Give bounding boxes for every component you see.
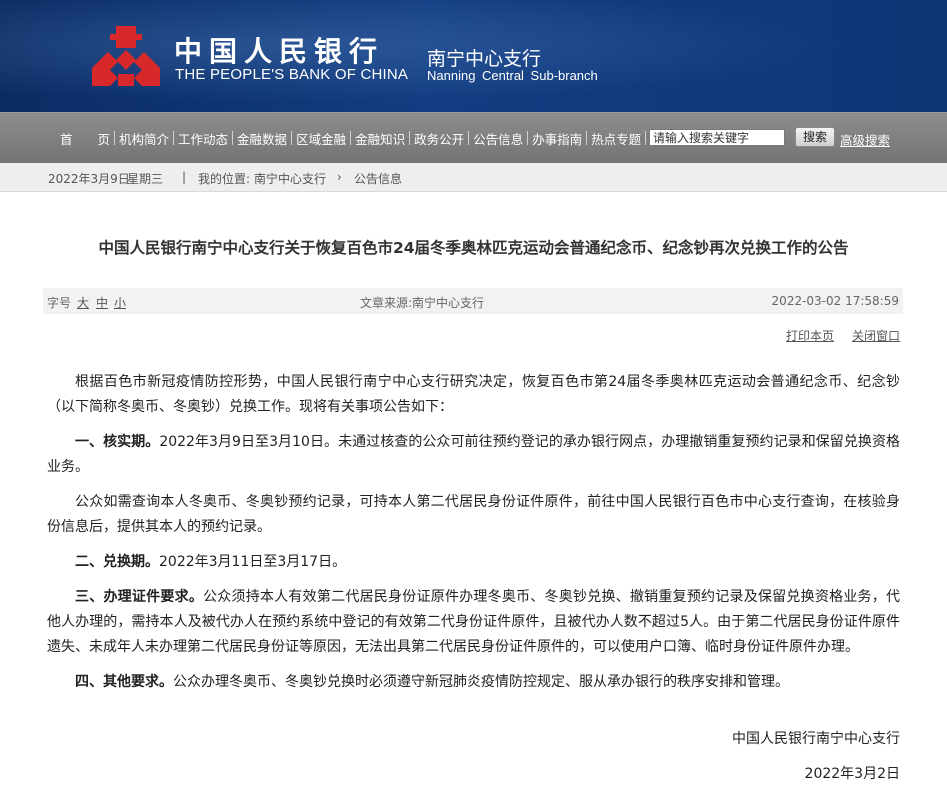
nav-divider [586,131,588,145]
font-size-large-link[interactable]: 大 [77,294,89,311]
search-input[interactable] [649,129,785,146]
nav-item-regional-finance[interactable]: 区域金融 [294,129,348,148]
branch-english-name: Nanning Central Sub-branch [427,68,598,83]
article-meta-bar: 字号 大 中 小 文章来源:南宁中心支行 2022-03-02 17:58:59 [43,288,903,314]
nav-item-about[interactable]: 机构简介 [117,129,171,148]
nav-item-financial-data[interactable]: 金融数据 [235,129,289,148]
nav-item-hot-topics[interactable]: 热点专题 [589,129,643,148]
font-size-medium-link[interactable]: 中 [96,294,108,311]
nav-divider [409,131,411,145]
paragraph-heading: 一、核实期。 [75,434,160,450]
logo-chinese-name: 中国人民银行 [174,35,385,68]
breadcrumb-link-branch[interactable]: 南宁中心支行 [254,170,326,187]
signature: 中国人民银行南宁中心支行 [732,731,900,747]
search-button[interactable]: 搜索 [795,127,835,147]
logo-english-name: THE PEOPLE'S BANK OF CHINA [175,66,409,83]
print-page-link[interactable]: 打印本页 [786,327,834,344]
article-title: 中国人民银行南宁中心支行关于恢复百色市24届冬季奥林匹克运动会普通纪念币、纪念钞… [98,239,849,257]
breadcrumb-divider: | [182,170,187,184]
paragraph: 公众如需查询本人冬奥币、冬奥钞预约记录，可持本人第二代居民身份证件原件，前往中国… [47,490,900,540]
paragraph-text: 公众办理冬奥币、冬奥钞兑换时必须遵守新冠肺炎疫情防控规定、服从承办银行的秩序安排… [173,674,789,690]
paragraph: 一、核实期。2022年3月9日至3月10日。未通过核查的公众可前往预约登记的承办… [47,430,900,480]
site-header: 中国人民银行 THE PEOPLE'S BANK OF CHINA 南宁中心支行… [0,0,947,112]
article-body: 根据百色市新冠疫情防控形势，中国人民银行南宁中心支行研究决定，恢复百色市第24届… [47,370,900,705]
nav-divider [232,131,234,145]
nav-divider [350,131,352,145]
paragraph-heading: 四、其他要求。 [75,674,173,690]
breadcrumb-location-label: 我的位置: [198,172,251,186]
branch-chinese-name: 南宁中心支行 [427,48,542,70]
close-window-link[interactable]: 关闭窗口 [852,327,900,344]
paragraph-text: 2022年3月9日至3月10日。未通过核查的公众可前往预约登记的承办银行网点，办… [47,434,901,475]
nav-item-financial-knowledge[interactable]: 金融知识 [353,129,407,148]
paragraph: 三、办理证件要求。公众须持本人有效第二代居民身份证原件办理冬奥币、冬奥钞兑换、撤… [47,585,900,660]
paragraph-text: 根据百色市新冠疫情防控形势，中国人民银行南宁中心支行研究决定，恢复百色市第24届… [47,374,900,415]
advanced-search-link[interactable]: 高级搜索 [840,130,890,149]
paragraph-text: 2022年3月11日至3月17日。 [159,554,347,570]
nav-divider [645,131,647,145]
nav-divider [291,131,293,145]
paragraph-heading: 三、办理证件要求。 [75,589,204,605]
breadcrumb: 2022年3月9日 星期三 | 我的位置: 南宁中心支行 › 公告信息 [0,163,947,192]
nav-divider [527,131,529,145]
nav-item-government-affairs[interactable]: 政务公开 [412,129,466,148]
font-size-small-link[interactable]: 小 [114,294,126,311]
font-size-label: 字号 [47,296,72,310]
paragraph: 根据百色市新冠疫情防控形势，中国人民银行南宁中心支行研究决定，恢复百色市第24届… [47,370,900,420]
publish-datetime: 2022-03-02 17:58:59 [771,294,899,308]
paragraph: 二、兑换期。2022年3月11日至3月17日。 [47,550,900,575]
nav-divider [114,131,116,145]
signature-date: 2022年3月2日 [804,766,900,782]
current-weekday: 星期三 [127,172,164,186]
nav-menu: 首 页 机构简介 工作动态 金融数据 区域金融 金融知识 政务公开 公告信息 办… [58,113,648,163]
paragraph-heading: 二、兑换期。 [75,554,159,570]
nav-divider [468,131,470,145]
nav-item-announcements[interactable]: 公告信息 [471,129,525,148]
nav-divider [173,131,175,145]
nav-item-service-guide[interactable]: 办事指南 [530,129,584,148]
nav-item-news[interactable]: 工作动态 [176,129,230,148]
main-navigation: 首 页 机构简介 工作动态 金融数据 区域金融 金融知识 政务公开 公告信息 办… [0,112,947,163]
breadcrumb-link-announcements[interactable]: 公告信息 [354,170,402,187]
paragraph-text: 公众如需查询本人冬奥币、冬奥钞预约记录，可持本人第二代居民身份证件原件，前往中国… [47,494,900,535]
paragraph: 四、其他要求。公众办理冬奥币、冬奥钞兑换时必须遵守新冠肺炎疫情防控规定、服从承办… [47,670,900,695]
article-source: 文章来源:南宁中心支行 [360,296,485,310]
pboc-logo-icon[interactable] [88,24,164,88]
current-date: 2022年3月9日 [48,172,130,186]
nav-item-home[interactable]: 首 页 [58,129,112,148]
chevron-right-icon: › [337,170,342,184]
